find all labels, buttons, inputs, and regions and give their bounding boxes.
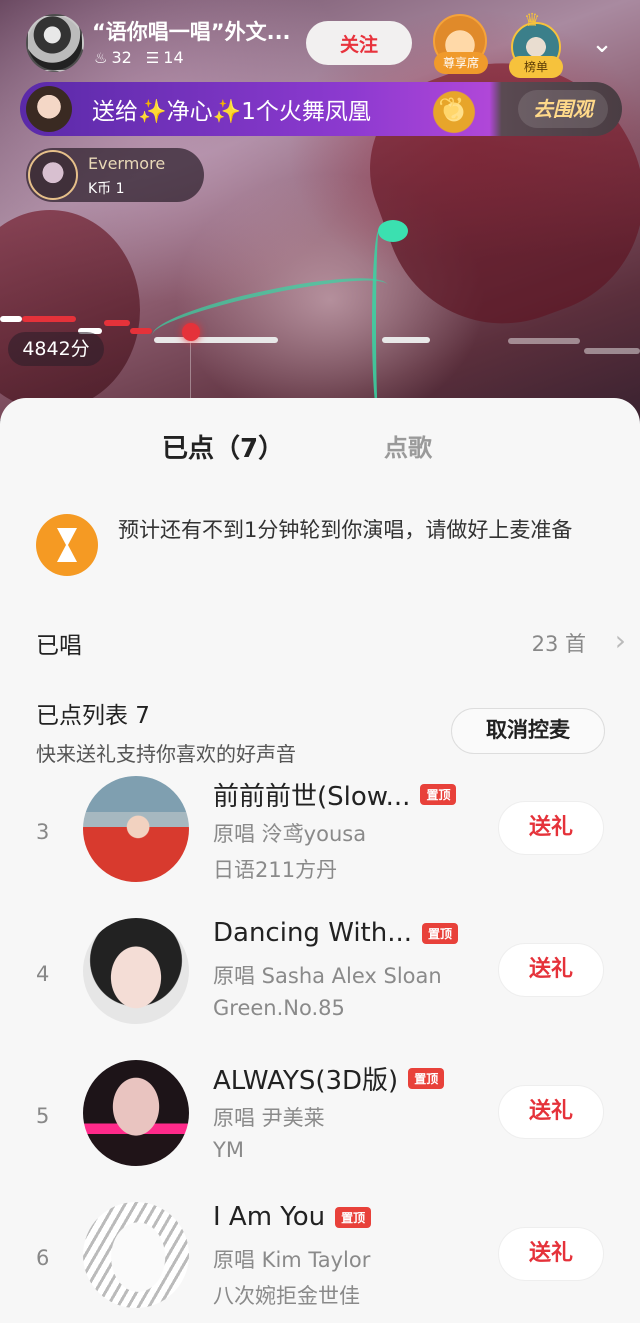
sparkle-icon: ✨: [138, 99, 167, 125]
pitch-bar: [104, 320, 130, 326]
pin-badge: 置顶: [408, 1068, 445, 1089]
pitch-bar: [584, 348, 640, 354]
tab-requested[interactable]: 已点（7）: [162, 428, 284, 465]
send-gift-button[interactable]: 送礼: [498, 943, 604, 997]
pin-badge: 置顶: [335, 1206, 372, 1228]
vip-seat-button[interactable]: 尊享席: [433, 14, 489, 74]
singer-name: Evermore: [88, 154, 166, 173]
song-queue-sheet: 已点（7） 点歌 预计还有不到1分钟轮到你演唱，请做好上麦准备 已唱 23 首 …: [0, 398, 640, 1323]
queue-list-subtitle: 快来送礼支持你喜欢的好声音: [36, 742, 296, 766]
tab-request-song[interactable]: 点歌: [384, 428, 432, 463]
host-avatar[interactable]: [26, 14, 84, 72]
song-title-row: ALWAYS(3D版) 置顶: [213, 1060, 445, 1097]
members-stat: ☰ 14: [146, 48, 184, 67]
song-cover: [83, 776, 189, 882]
song-title: I Am You: [213, 1202, 326, 1232]
song-title: 前前前世(Slow...: [213, 782, 411, 812]
singer-avatar: [28, 150, 78, 200]
sparkle-icon: ✨: [212, 99, 242, 125]
song-cover: [83, 1060, 189, 1166]
crown-icon: ♛: [524, 10, 541, 31]
gift-prefix: 送给: [92, 99, 138, 125]
gift-name: 1个火舞凤凰: [241, 99, 371, 125]
song-orderer: YM: [213, 1138, 244, 1162]
rank-label: 榜单: [509, 56, 563, 78]
earbud: [378, 220, 408, 242]
members-icon: ☰: [145, 49, 160, 67]
pitch-bar: [154, 337, 278, 343]
song-original-artist: 原唱 Kim Taylor: [213, 1248, 371, 1272]
chevron-down-icon[interactable]: ⌄: [584, 26, 620, 62]
singer-kcoin: K币 1: [88, 181, 125, 197]
send-gift-button[interactable]: 送礼: [498, 1085, 604, 1139]
song-title-row: Dancing With... 置顶: [213, 918, 459, 948]
song-orderer: 八次婉拒金世佳: [213, 1284, 360, 1308]
sheet-tabs: 已点（7） 点歌: [0, 428, 640, 468]
queue-notice: 预计还有不到1分钟轮到你演唱，请做好上麦准备: [36, 514, 616, 584]
send-gift-button[interactable]: 送礼: [498, 1227, 604, 1281]
phoenix-gift-glyph: ❦: [438, 90, 465, 128]
song-original-artist: 原唱 Sasha Alex Sloan: [213, 964, 442, 988]
flame-icon: ♨: [94, 49, 108, 67]
pitch-bar: [22, 316, 76, 322]
gift-sender-avatar: [26, 86, 72, 132]
queue-song-row[interactable]: 5 ALWAYS(3D版) 置顶 原唱 尹美莱 YM 送礼: [0, 1060, 640, 1190]
song-original-artist: 原唱 泠鸢yousa: [213, 822, 367, 846]
gift-broadcast-text: 送给✨净心✨1个火舞凤凰: [92, 92, 371, 126]
earphone-cord-vertical: [372, 230, 386, 420]
score-display: 4842分: [8, 332, 104, 366]
rank-button[interactable]: ♛ 榜单: [508, 10, 564, 78]
song-index: 4: [36, 962, 50, 986]
pitch-bar: [0, 316, 22, 322]
gift-broadcast-banner[interactable]: 送给✨净心✨1个火舞凤凰 ❦ 去围观: [20, 82, 622, 136]
room-stats: ♨ 32 ☰ 14: [94, 48, 184, 67]
pitch-bar: [130, 328, 152, 334]
pin-badge: 置顶: [420, 784, 457, 805]
song-original-artist: 原唱 尹美莱: [213, 1106, 325, 1130]
chevron-right-icon: ›: [614, 624, 626, 657]
song-title: ALWAYS(3D版): [213, 1066, 399, 1096]
song-title: Dancing With...: [213, 918, 413, 948]
background-art-hair: [0, 210, 140, 410]
song-cover: [83, 918, 189, 1024]
queue-song-row[interactable]: 3 前前前世(Slow... 置顶 原唱 泠鸢yousa 日语211方丹 送礼: [0, 776, 640, 906]
watch-gift-button[interactable]: 去围观: [518, 90, 608, 128]
song-index: 6: [36, 1246, 50, 1270]
heat-stat: ♨ 32: [94, 48, 132, 67]
members-count: 14: [163, 48, 184, 67]
song-title-row: 前前前世(Slow... 置顶: [213, 776, 457, 813]
pin-badge: 置顶: [422, 922, 459, 944]
room-header: “语你唱一唱”外文... ♨ 32 ☰ 14 关注 尊享席 ♛ 榜单 ⌄: [0, 0, 640, 80]
song-orderer: Green.No.85: [213, 996, 345, 1020]
queue-song-row[interactable]: 6 I Am You 置顶 原唱 Kim Taylor 八次婉拒金世佳 送礼: [0, 1202, 640, 1323]
sung-label: 已唱: [36, 633, 82, 659]
pitch-cursor: [182, 323, 200, 341]
song-cover: [83, 1202, 189, 1308]
song-index: 5: [36, 1104, 50, 1128]
sung-history-row[interactable]: 已唱 23 首 ›: [36, 624, 626, 662]
gift-recipient: 净心: [166, 99, 213, 125]
queue-list-header: 已点列表 7 快来送礼支持你喜欢的好声音: [36, 696, 296, 767]
queue-list-title: 已点列表 7: [36, 703, 150, 729]
current-singer-chip[interactable]: Evermore K币 1: [26, 148, 204, 202]
song-orderer: 日语211方丹: [213, 858, 338, 882]
vip-seat-label: 尊享席: [434, 52, 488, 74]
sung-count: 23 首: [531, 632, 586, 656]
cancel-mic-control-button[interactable]: 取消控麦: [451, 708, 605, 754]
hourglass-icon: [36, 514, 98, 576]
follow-button[interactable]: 关注: [306, 21, 412, 65]
song-index: 3: [36, 820, 50, 844]
pitch-bar: [508, 338, 580, 344]
heat-count: 32: [111, 48, 132, 67]
room-title[interactable]: “语你唱一唱”外文...: [92, 16, 297, 46]
song-title-row: I Am You 置顶: [213, 1202, 372, 1232]
queue-notice-text: 预计还有不到1分钟轮到你演唱，请做好上麦准备: [118, 518, 573, 542]
send-gift-button[interactable]: 送礼: [498, 801, 604, 855]
pitch-bar: [382, 337, 430, 343]
queue-song-row[interactable]: 4 Dancing With... 置顶 原唱 Sasha Alex Sloan…: [0, 918, 640, 1048]
